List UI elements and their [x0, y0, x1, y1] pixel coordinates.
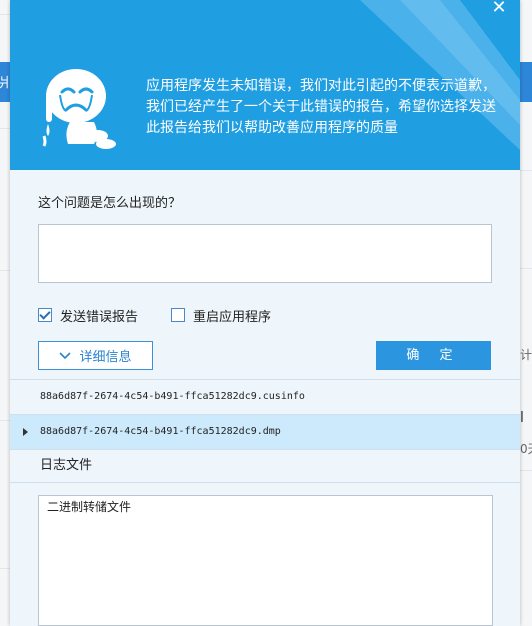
file-name: 88a6d87f-2674-4c54-b491-ffca51282dc9.cus… — [40, 391, 305, 402]
error-message: 应用程序发生未知错误，我们对此引起的不便表示道歉，我们已经产生了一个关于此错误的… — [146, 78, 496, 136]
close-button[interactable]: ✕ — [488, 0, 510, 20]
crying-mascot-icon — [42, 69, 116, 149]
background-window-right: 计 l 0天 — [520, 0, 532, 626]
send-report-label: 发送错误报告 — [60, 309, 139, 325]
error-report-dialog: ✕ 应用程序发生未知错误，我们对此引起的不便表示道歉，我们已经产生了一个关于此错… — [10, 0, 520, 626]
details-button-label: 详细信息 — [79, 350, 132, 365]
empty-checkbox-icon — [171, 308, 185, 322]
details-button[interactable]: 详细信息 — [38, 341, 153, 370]
chevron-down-icon — [59, 351, 72, 359]
question-label: 这个问题是怎么出现的？ — [38, 196, 182, 211]
ok-button[interactable]: 确 定 — [376, 341, 491, 370]
close-icon: ✕ — [491, 0, 507, 18]
background-blue-bar: 爿 — [0, 62, 11, 102]
restart-app-checkbox[interactable]: 重启应用程序 — [171, 306, 272, 325]
background-text-right-1: 计 — [520, 348, 532, 362]
question-input[interactable] — [38, 224, 492, 283]
background-window-left: 爿 — [0, 0, 11, 626]
background-text-right-2: l — [520, 410, 524, 426]
log-file-row[interactable]: 日志文件 — [10, 449, 520, 483]
report-file-list: 88a6d87f-2674-4c54-b491-ffca51282dc9.cus… — [10, 379, 520, 483]
file-name: 88a6d87f-2674-4c54-b491-ffca51282dc9.dmp — [40, 426, 281, 437]
check-icon — [38, 308, 52, 322]
file-row-cusinfo[interactable]: 88a6d87f-2674-4c54-b491-ffca51282dc9.cus… — [10, 379, 520, 414]
send-report-checkbox[interactable]: 发送错误报告 — [38, 306, 139, 325]
dump-content-area[interactable]: 二进制转储文件 — [38, 495, 493, 626]
expand-arrow-icon — [23, 428, 28, 436]
file-row-dmp[interactable]: 88a6d87f-2674-4c54-b491-ffca51282dc9.dmp — [10, 414, 520, 449]
background-text-right-3: 0天 — [520, 442, 532, 456]
restart-app-label: 重启应用程序 — [193, 309, 272, 325]
background-blue-bar-right — [520, 62, 532, 102]
log-file-label: 日志文件 — [40, 458, 93, 473]
dialog-header: ✕ 应用程序发生未知错误，我们对此引起的不便表示道歉，我们已经产生了一个关于此错… — [10, 0, 520, 170]
